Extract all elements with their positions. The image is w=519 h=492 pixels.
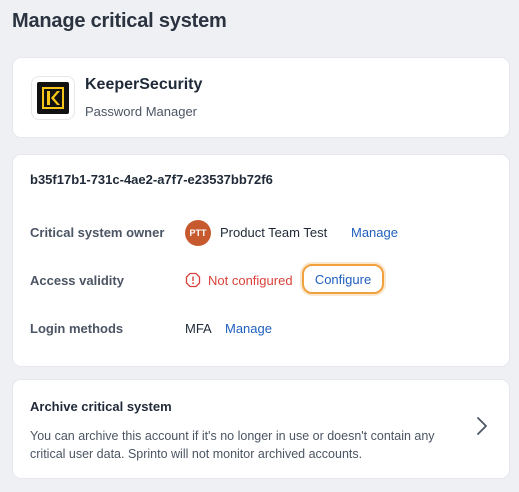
avatar: PTT <box>185 220 211 246</box>
system-id: b35f17b1-731c-4ae2-a7f7-e23537bb72f6 <box>30 172 273 187</box>
archive-title: Archive critical system <box>30 399 172 414</box>
login-methods-label: Login methods <box>30 321 124 336</box>
app-name: KeeperSecurity <box>85 76 203 93</box>
archive-card[interactable]: Archive critical system You can archive … <box>13 380 509 478</box>
login-manage-link[interactable]: Manage <box>225 321 272 336</box>
system-details-card: b35f17b1-731c-4ae2-a7f7-e23537bb72f6 Cri… <box>13 155 509 366</box>
login-method-value: MFA <box>185 321 212 336</box>
owner-name: Product Team Test <box>220 225 328 240</box>
owner-label: Critical system owner <box>30 225 165 240</box>
archive-description: You can archive this account if it's no … <box>30 429 435 461</box>
access-validity-label: Access validity <box>30 273 124 288</box>
app-card: KeeperSecurity Password Manager <box>13 58 509 137</box>
configure-link[interactable]: Configure <box>315 272 371 287</box>
owner-manage-link[interactable]: Manage <box>351 225 398 240</box>
configure-highlight: Configure <box>302 264 384 294</box>
app-category: Password Manager <box>85 104 197 119</box>
chevron-right-icon[interactable] <box>475 416 489 436</box>
app-logo <box>31 76 75 120</box>
page-title: Manage critical system <box>12 10 227 32</box>
warning-icon <box>185 272 201 288</box>
keeper-logo-icon <box>37 82 69 114</box>
access-status: Not configured <box>208 273 293 288</box>
